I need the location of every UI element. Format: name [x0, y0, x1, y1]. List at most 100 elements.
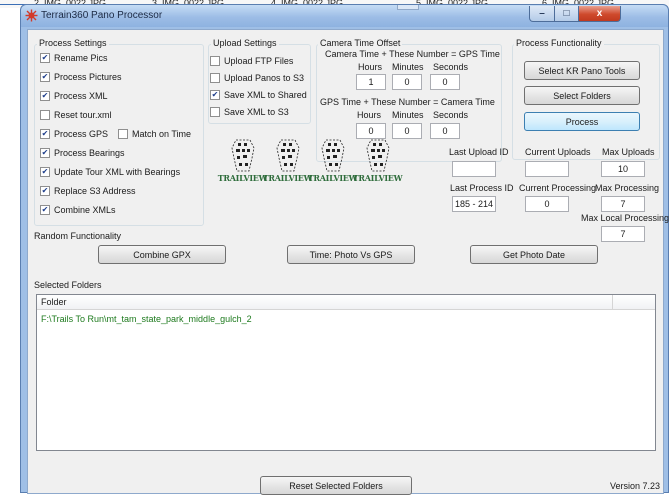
checkbox-process-pictures[interactable]: ✔ Process Pictures: [40, 72, 122, 82]
checkbox-label: Rename Pics: [54, 53, 108, 63]
close-icon: x: [596, 8, 603, 19]
current-uploads-field[interactable]: [525, 161, 569, 177]
last-process-id-field[interactable]: 185 - 214: [452, 196, 496, 212]
checkbox-label: Process GPS: [54, 129, 109, 139]
select-kr-pano-tools-button[interactable]: Select KR Pano Tools: [524, 61, 640, 80]
checkbox-icon: ✔: [40, 72, 50, 82]
checkbox-save-xml-shared[interactable]: ✔ Save XML to Shared: [210, 90, 307, 100]
window-tab-marker: [397, 5, 419, 10]
checkbox-icon: ✔: [40, 148, 50, 158]
minutes-header: Minutes: [392, 110, 424, 120]
checkbox-save-xml-s3[interactable]: Save XML to S3: [210, 107, 289, 117]
trailview-logo: TRAILVIEW: [263, 138, 313, 183]
selected-folders-list[interactable]: Folder F:\Trails To Run\mt_tam_state_par…: [36, 294, 656, 451]
process-functionality-title: Process Functionality: [514, 38, 604, 48]
checkbox-rename-pics[interactable]: ✔ Rename Pics: [40, 53, 108, 63]
camera-hours-input[interactable]: 1: [356, 74, 386, 90]
checkbox-process-xml[interactable]: ✔ Process XML: [40, 91, 108, 101]
checkbox-label: Upload FTP Files: [224, 56, 294, 66]
checkbox-label: Match on Time: [132, 129, 192, 139]
trailview-logo-text: TRAILVIEW: [307, 173, 358, 183]
reset-selected-folders-button[interactable]: Reset Selected Folders: [260, 476, 412, 495]
shoe-tread-icon: [276, 139, 299, 172]
minimize-icon: –: [539, 8, 545, 19]
upload-settings-title: Upload Settings: [211, 38, 279, 48]
checkbox-upload-ftp-files[interactable]: Upload FTP Files: [210, 56, 293, 66]
camera-to-gps-label: Camera Time + These Number = GPS Time: [325, 49, 500, 59]
checkbox-label: Replace S3 Address: [54, 186, 136, 196]
checkbox-icon: ✔: [40, 53, 50, 63]
checkbox-icon: ✔: [40, 129, 50, 139]
seconds-header: Seconds: [433, 62, 469, 72]
process-button[interactable]: Process: [524, 112, 640, 131]
gps-hours-input[interactable]: 0: [356, 123, 386, 139]
trailview-logo-text: TRAILVIEW: [262, 173, 313, 183]
column-separator: [612, 295, 613, 309]
select-folders-button[interactable]: Select Folders: [524, 86, 640, 105]
checkbox-label: Upload Panos to S3: [224, 73, 305, 83]
time-photo-vs-gps-button[interactable]: Time: Photo Vs GPS: [287, 245, 415, 264]
maximize-icon: □: [563, 8, 570, 19]
combine-gpx-button[interactable]: Combine GPX: [98, 245, 226, 264]
trailview-logo: TRAILVIEW: [218, 138, 268, 183]
client-area: Process Settings ✔ Rename Pics ✔ Process P…: [27, 29, 669, 495]
list-item[interactable]: F:\Trails To Run\mt_tam_state_park_middl…: [41, 314, 252, 324]
max-processing-label: Max Processing: [595, 183, 660, 193]
shoe-tread-icon: [231, 139, 254, 172]
hours-header: Hours: [358, 62, 383, 72]
checkbox-label: Combine XMLs: [54, 205, 116, 215]
max-local-processing-field[interactable]: 7: [601, 226, 645, 242]
seconds-header: Seconds: [433, 110, 469, 120]
maximize-button[interactable]: □: [554, 6, 579, 22]
checkbox-icon: [118, 129, 128, 139]
checkbox-label: Process Pictures: [54, 72, 122, 82]
trailview-logo-text: TRAILVIEW: [352, 173, 403, 183]
trailview-logo-text: TRAILVIEW: [217, 173, 268, 183]
get-photo-date-button[interactable]: Get Photo Date: [470, 245, 598, 264]
current-uploads-label: Current Uploads: [525, 147, 591, 157]
minutes-header: Minutes: [392, 62, 424, 72]
max-uploads-label: Max Uploads: [602, 147, 655, 157]
checkbox-update-tour-xml[interactable]: ✔ Update Tour XML with Bearings: [40, 167, 180, 177]
checkbox-label: Process XML: [54, 91, 108, 101]
last-upload-id-field[interactable]: [452, 161, 496, 177]
checkbox-match-on-time[interactable]: Match on Time: [118, 129, 191, 139]
folder-column-header[interactable]: Folder: [41, 297, 67, 307]
checkbox-label: Update Tour XML with Bearings: [54, 167, 181, 177]
max-processing-field[interactable]: 7: [601, 196, 645, 212]
gps-minutes-input[interactable]: 0: [392, 123, 422, 139]
camera-seconds-input[interactable]: 0: [430, 74, 460, 90]
checkbox-process-bearings[interactable]: ✔ Process Bearings: [40, 148, 125, 158]
checkbox-replace-s3-address[interactable]: ✔ Replace S3 Address: [40, 186, 136, 196]
checkbox-icon: ✔: [40, 205, 50, 215]
app-window: Terrain360 Pano Processor – □ x Process …: [20, 4, 669, 495]
window-title: Terrain360 Pano Processor: [41, 10, 163, 21]
checkbox-label: Save XML to S3: [224, 107, 289, 117]
app-icon: [25, 9, 38, 22]
checkbox-combine-xmls[interactable]: ✔ Combine XMLs: [40, 205, 116, 215]
camera-time-offset-title: Camera Time Offset: [318, 38, 403, 48]
current-processing-field[interactable]: 0: [525, 196, 569, 212]
minimize-button[interactable]: –: [529, 6, 555, 22]
hours-header: Hours: [357, 110, 382, 120]
last-upload-id-label: Last Upload ID: [449, 147, 509, 157]
checkbox-upload-panos-s3[interactable]: Upload Panos to S3: [210, 73, 304, 83]
current-processing-label: Current Processing: [519, 183, 597, 193]
version-label: Version 7.23: [610, 481, 661, 491]
checkbox-process-gps[interactable]: ✔ Process GPS: [40, 129, 108, 139]
process-settings-title: Process Settings: [37, 38, 109, 48]
trailview-logo: TRAILVIEW: [353, 138, 403, 183]
checkbox-icon: [210, 73, 220, 83]
max-uploads-field[interactable]: 10: [601, 161, 645, 177]
checkbox-icon: ✔: [210, 90, 220, 100]
title-bar[interactable]: Terrain360 Pano Processor – □ x: [21, 5, 668, 27]
gps-seconds-input[interactable]: 0: [430, 123, 460, 139]
checkbox-label: Save XML to Shared: [224, 90, 307, 100]
random-functionality-title: Random Functionality: [34, 231, 122, 241]
close-button[interactable]: x: [578, 6, 621, 22]
checkbox-label: Process Bearings: [54, 148, 125, 158]
checkbox-icon: ✔: [40, 91, 50, 101]
checkbox-reset-tour-xml[interactable]: Reset tour.xml: [40, 110, 112, 120]
checkbox-icon: ✔: [40, 167, 50, 177]
camera-minutes-input[interactable]: 0: [392, 74, 422, 90]
